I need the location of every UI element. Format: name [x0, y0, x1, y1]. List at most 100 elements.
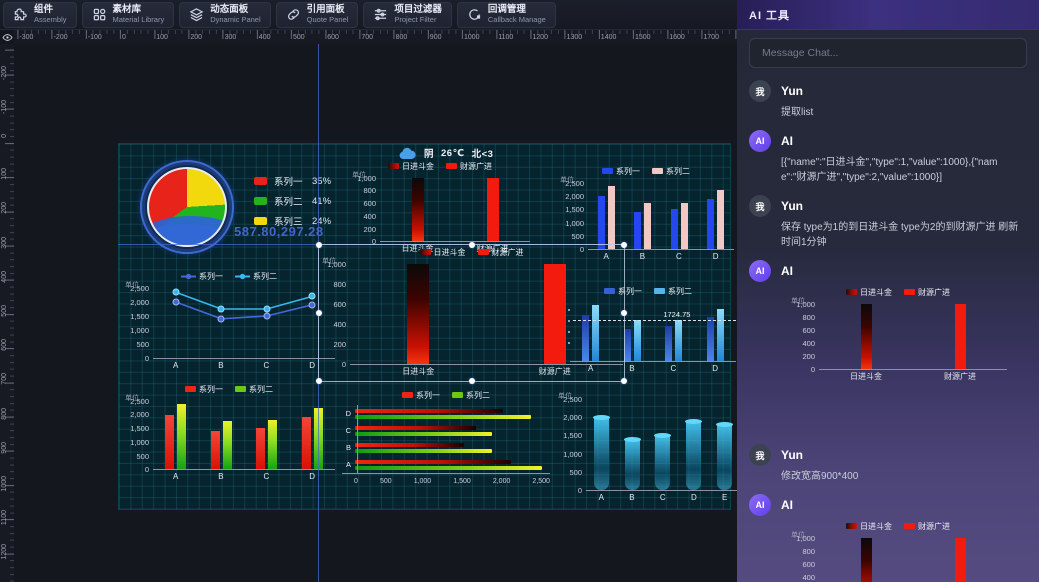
bar	[598, 196, 605, 249]
bar	[707, 199, 714, 249]
bar	[644, 203, 651, 249]
toolbar-label-en: Quote Panel	[307, 16, 349, 25]
ruler-tick-label: 900	[1, 442, 8, 454]
chart-horizontal-bar[interactable]: 系列一系列二DCBA05001,0001,5002,0002,500	[342, 389, 550, 485]
toolbar-label-zh: 素材库	[113, 5, 165, 16]
chart-gold-small[interactable]: 日进斗金财源广进单位1,0008006004002000日进斗金财源广进	[350, 160, 530, 254]
chart-legend: 系列一系列二	[342, 389, 550, 401]
ruler-tick-label: -300	[19, 34, 33, 41]
chat-input[interactable]	[749, 38, 1027, 68]
chart-grouped-bar-bottom-left[interactable]: 系列一系列二单位2,5002,0001,5001,0005000ABCD	[123, 383, 335, 482]
toolbar-button-material-library[interactable]: 素材库Material Library	[82, 2, 175, 28]
message-text: 提取list	[781, 105, 1021, 120]
toolbar-button-dynamic-panel[interactable]: 动态面板Dynamic Panel	[179, 2, 270, 28]
chart-line[interactable]: 系列一系列二单位2,5002,0001,5001,0005000ABCD	[123, 270, 335, 371]
line-data-point	[309, 293, 316, 300]
legend-marker	[420, 249, 431, 255]
bar	[707, 317, 714, 361]
axis-unit-label: 单位	[352, 170, 366, 180]
message-sender-name: AI	[781, 264, 793, 278]
ruler-tick-label: 100	[156, 34, 168, 41]
axis-unit-label: 单位	[322, 256, 336, 266]
bar	[355, 466, 542, 470]
chart-gold-big-selected[interactable]: 日进斗金财源广进单位1,0008006004002000日进斗金财源广进	[320, 246, 623, 377]
bar	[407, 264, 429, 364]
bar	[624, 329, 631, 361]
line-data-point	[263, 313, 270, 320]
ruler-tick-label: 500	[1, 305, 8, 317]
ai-avatar: AI	[749, 494, 771, 516]
pie-widget[interactable]	[140, 160, 234, 254]
bar	[268, 420, 277, 469]
bar	[717, 309, 724, 361]
line-data-point	[309, 301, 316, 308]
message-sender-name: Yun	[781, 84, 803, 98]
horizontal-ruler: -300-200-1000100200300400500600700800900…	[14, 30, 737, 44]
chat-embedded-chart: 日进斗金财源广进单位1,0008006004002000日进斗金财源广进	[789, 286, 1007, 382]
axis-unit-label: 单位	[560, 175, 574, 185]
bar	[861, 304, 872, 369]
bar	[211, 431, 220, 469]
selection-handle[interactable]	[469, 242, 475, 248]
design-workspace: 系列一35%系列二41%系列三24% 阴 26℃ 北<3 日进斗金财源广进单位1…	[14, 44, 737, 582]
axis-unit-label: 单位	[125, 393, 139, 403]
message-text: 保存 type为1的到日进斗金 type为2的到财源广进 刷新时间1分钟	[781, 220, 1021, 250]
user-avatar: 我	[749, 444, 771, 466]
ruler-tick-label: 1300	[567, 34, 583, 41]
bar	[355, 460, 511, 464]
ruler-tick-label: -100	[1, 100, 8, 114]
toolbar-button-assembly[interactable]: 组件Assembly	[3, 2, 77, 28]
toolbar-button-project-filter[interactable]: 项目过滤器Project Filter	[363, 2, 452, 28]
coordinate-indicator: 587.80,297.28	[234, 224, 324, 239]
message-sender-name: Yun	[781, 448, 803, 462]
selection-handle[interactable]	[621, 310, 627, 316]
toolbar-label-zh: 项目过滤器	[394, 5, 442, 16]
weather-widget[interactable]: 阴 26℃ 北<3	[398, 146, 493, 160]
bar	[686, 421, 701, 490]
chat-message-list: 我 Yun 提取list AIAI[{"name":"日进斗金","type":1,"…	[737, 74, 1039, 582]
legend-marker	[452, 392, 463, 398]
chart-legend: 系列一系列二	[558, 165, 734, 177]
bar	[608, 186, 615, 249]
message-sender-name: Yun	[781, 199, 803, 213]
chat-message-ai: AIAI[{"name":"日进斗金","type":1,"value":100…	[749, 130, 1027, 185]
selection-handle[interactable]	[316, 242, 322, 248]
selection-handle[interactable]	[316, 378, 322, 384]
ruler-tick-label: 700	[361, 34, 373, 41]
selection-handle[interactable]	[621, 242, 627, 248]
toolbar-button-callback-manage[interactable]: 回调管理Callback Manage	[457, 2, 556, 28]
toolbar-label-zh: 回调管理	[488, 5, 546, 16]
selection-handle[interactable]	[621, 378, 627, 384]
bar	[655, 435, 670, 490]
toolbar-label-en: Dynamic Panel	[210, 16, 260, 25]
bar	[861, 538, 872, 582]
toolbar-button-quote-panel[interactable]: 引用面板Quote Panel	[276, 2, 359, 28]
weather-wind: 北<3	[472, 146, 494, 160]
cloud-icon	[398, 146, 417, 160]
bar	[625, 439, 640, 490]
horizontal-guide-line	[118, 244, 625, 245]
ruler-tick-label: 800	[1, 408, 8, 420]
ruler-tick-label: 1500	[635, 34, 651, 41]
selection-handle[interactable]	[469, 378, 475, 384]
selection-handle[interactable]	[316, 310, 322, 316]
ruler-corner[interactable]	[0, 30, 14, 44]
toolbar-label-zh: 动态面板	[210, 5, 260, 16]
chat-message-user: 我Yun修改宽高900*400	[749, 444, 1027, 484]
chart-cylinder[interactable]: 单位2,5002,0001,5001,0005000ABCDE	[556, 393, 737, 503]
ruler-tick-label: -100	[88, 34, 102, 41]
bar	[487, 178, 499, 241]
toolbar-label-zh: 引用面板	[307, 5, 349, 16]
ruler-tick-label: 1400	[601, 34, 617, 41]
chat-message-ai: AIAI日进斗金财源广进单位1,0008006004002000日进斗金财源广进	[749, 494, 1027, 582]
ruler-tick-label: 1000	[1, 476, 8, 492]
bar	[165, 415, 174, 469]
bar	[256, 428, 265, 469]
legend-marker	[181, 273, 196, 280]
toolbar-label-en: Material Library	[113, 16, 165, 25]
bar	[594, 417, 609, 490]
bar	[544, 264, 566, 364]
visibility-eye-icon	[2, 33, 13, 42]
ruler-tick-label: 900	[430, 34, 442, 41]
message-sender-name: AI	[781, 498, 793, 512]
